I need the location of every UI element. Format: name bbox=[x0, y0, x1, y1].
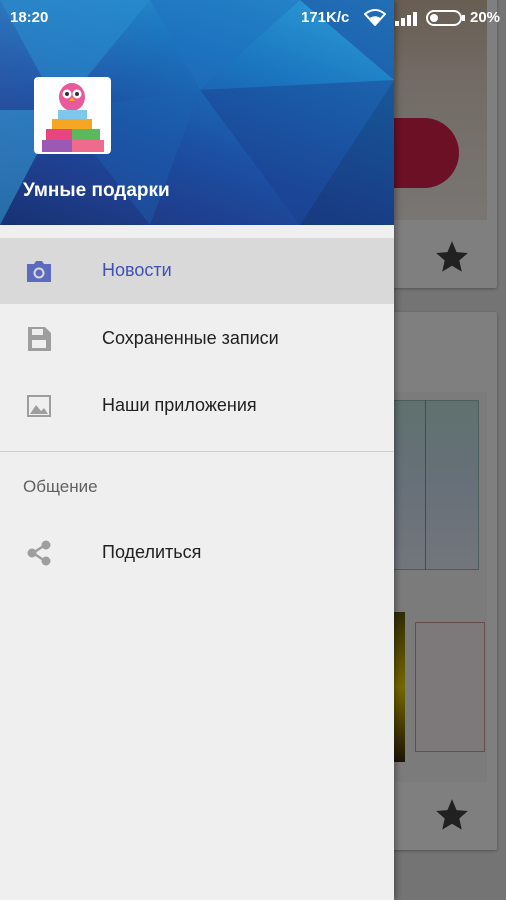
owl-gifts-logo bbox=[42, 83, 104, 152]
section-title: Общение bbox=[23, 477, 98, 496]
save-icon bbox=[28, 327, 51, 351]
camera-icon bbox=[27, 261, 51, 282]
menu-item-label: Поделиться bbox=[102, 542, 202, 562]
menu-item-label: Наши приложения bbox=[102, 395, 257, 415]
menu-divider bbox=[0, 451, 394, 452]
menu-item-news[interactable]: Новости bbox=[0, 238, 394, 304]
navigation-drawer: Умные подарки Новости Сохраненные записи… bbox=[0, 0, 394, 900]
status-time: 18:20 bbox=[10, 9, 49, 26]
menu-item-saved[interactable]: Сохраненные записи bbox=[0, 306, 394, 372]
wifi-icon bbox=[364, 9, 386, 26]
app-logo bbox=[34, 77, 111, 154]
battery-icon bbox=[426, 10, 465, 26]
network-speed: 171K/c bbox=[301, 9, 350, 26]
menu-item-share[interactable]: Поделиться bbox=[0, 520, 394, 586]
menu-item-label: Сохраненные записи bbox=[102, 328, 279, 348]
status-bar: 18:20 171K/c 20% bbox=[0, 0, 506, 36]
menu-item-our-apps[interactable]: Наши приложения bbox=[0, 373, 394, 439]
app-name: Умные подарки bbox=[23, 180, 170, 201]
image-icon bbox=[27, 395, 51, 417]
battery-percent: 20% bbox=[470, 9, 501, 26]
signal-icon bbox=[395, 12, 417, 26]
menu-item-label: Новости bbox=[102, 260, 172, 280]
share-icon bbox=[27, 540, 51, 566]
